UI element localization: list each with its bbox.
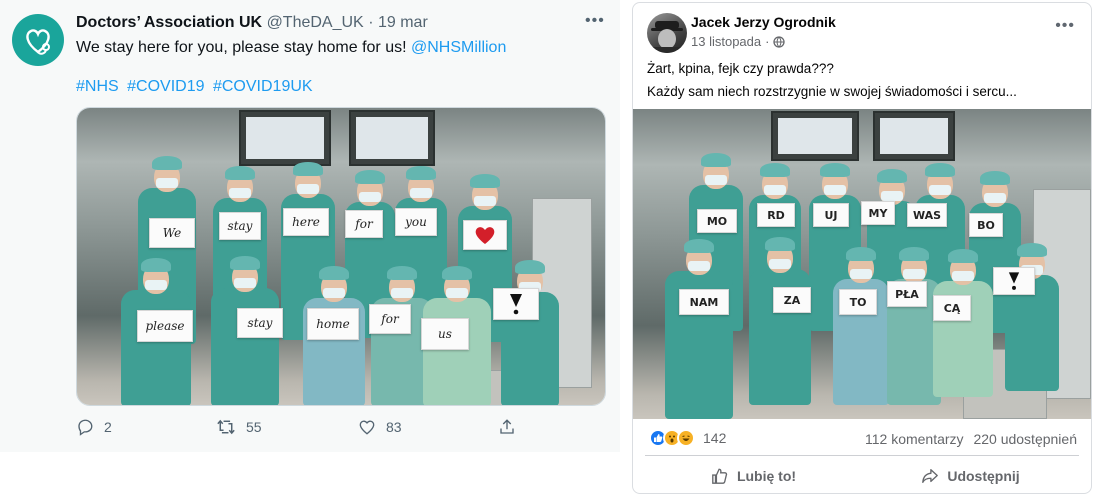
hashtag-link[interactable]: #COVID19	[127, 78, 204, 95]
hat-portrait-icon	[651, 21, 683, 53]
share-upload-icon	[500, 419, 514, 434]
monitor-screen	[873, 111, 955, 161]
printed-sign: TO	[839, 289, 877, 315]
printed-sign: RD	[757, 203, 795, 227]
share-label: Udostępnij	[947, 468, 1020, 484]
tweet-photo[interactable]: We stay here for you please stay home fo…	[76, 107, 606, 406]
reply-icon	[78, 419, 93, 436]
exclamation-icon	[1008, 272, 1020, 290]
staff-member	[1001, 241, 1063, 391]
handwritten-sign: us	[421, 318, 469, 350]
monitor-screen	[239, 110, 331, 166]
handwritten-sign: We	[149, 218, 195, 248]
handwritten-sign: for	[345, 210, 383, 238]
heart-outline-icon	[359, 420, 375, 435]
mention-link[interactable]: @NHSMillion	[411, 39, 506, 56]
post-actions: Lubię to! Udostępnij	[645, 461, 1079, 491]
reaction-summary[interactable]: 142	[649, 429, 726, 447]
thumbs-up-icon	[712, 468, 728, 484]
share-button[interactable]	[498, 418, 516, 436]
author-avatar[interactable]	[647, 13, 687, 53]
like-count: 83	[386, 419, 402, 435]
reply-count: 2	[104, 419, 112, 435]
staff-member	[745, 235, 815, 405]
share-button[interactable]: Udostępnij	[862, 461, 1079, 491]
retweet-count: 55	[246, 419, 262, 435]
printed-sign: PŁA	[887, 281, 927, 307]
printed-sign: MY	[861, 201, 895, 225]
author-handle[interactable]: @TheDA_UK	[267, 14, 364, 31]
separator: ·	[368, 14, 374, 31]
hashtag-list: #NHS #COVID19 #COVID19UK	[76, 78, 317, 96]
share-arrow-icon	[922, 469, 939, 483]
handwritten-sign: please	[137, 310, 193, 342]
author-name[interactable]: Jacek Jerzy Ogrodnik	[691, 14, 836, 30]
comments-count[interactable]: 112 komentarzy	[865, 431, 964, 447]
hashtag-link[interactable]: #NHS	[76, 78, 119, 95]
post-photo[interactable]: MO RD UJ MY WAS BO NAM ZA TO PŁA CĄ	[633, 109, 1091, 419]
like-button[interactable]: Lubię to!	[645, 461, 862, 491]
retweet-icon	[217, 419, 235, 435]
facebook-post: Jacek Jerzy Ogrodnik 13 listopada · ••• …	[632, 2, 1092, 494]
post-text-line: Żart, kpina, fejk czy prawda???	[647, 61, 834, 76]
printed-sign: ZA	[773, 287, 811, 313]
hashtag-link[interactable]: #COVID19UK	[213, 78, 313, 95]
handwritten-sign: you	[395, 208, 437, 236]
exclamation-sign	[993, 267, 1035, 295]
post-text-line: Każdy sam niech rozstrzygnie w swojej św…	[647, 84, 1017, 99]
handwritten-sign: here	[283, 208, 329, 236]
heart-sign	[463, 220, 507, 250]
divider	[645, 455, 1079, 456]
shares-count[interactable]: 220 udostępnień	[973, 431, 1077, 447]
tweet-text: We stay here for you, please stay home f…	[76, 38, 506, 58]
reaction-count: 142	[703, 430, 727, 446]
printed-sign: NAM	[679, 289, 729, 315]
printed-sign: MO	[697, 209, 737, 233]
staff-member	[497, 258, 563, 405]
heart-icon	[475, 227, 495, 244]
more-options-icon[interactable]: •••	[585, 12, 605, 30]
monitor-screen	[771, 111, 859, 161]
printed-sign: WAS	[907, 203, 947, 227]
like-button[interactable]: 83	[358, 418, 402, 436]
tweet-card: Doctors’ Association UK @TheDA_UK · 19 m…	[0, 0, 620, 452]
like-label: Lubię to!	[736, 468, 797, 484]
handwritten-sign: stay	[237, 308, 283, 338]
handwritten-sign: for	[369, 304, 411, 334]
globe-icon	[773, 35, 786, 48]
monitor-screen	[349, 110, 435, 166]
tweet-body: We stay here for you, please stay home f…	[76, 39, 411, 56]
separator: ·	[765, 34, 770, 49]
retweet-button[interactable]: 55	[216, 418, 262, 436]
exclamation-sign	[493, 288, 539, 320]
haha-reaction-icon	[677, 429, 695, 447]
stethoscope-heart-icon	[26, 29, 50, 55]
post-stats: 112 komentarzy 220 udostępnień	[859, 431, 1077, 447]
staff-member	[929, 247, 997, 397]
handwritten-sign: home	[307, 308, 359, 340]
printed-sign: CĄ	[933, 295, 971, 321]
tweet-header: Doctors’ Association UK @TheDA_UK · 19 m…	[76, 14, 428, 32]
staff-member	[661, 237, 737, 419]
medical-staff-photo: MO RD UJ MY WAS BO NAM ZA TO PŁA CĄ	[633, 109, 1091, 419]
medical-staff-photo: We stay here for you please stay home fo…	[77, 108, 605, 405]
post-meta: 13 listopada ·	[691, 34, 786, 49]
tweet-date[interactable]: 19 mar	[378, 14, 428, 31]
post-date[interactable]: 13 listopada	[691, 34, 761, 49]
author-name[interactable]: Doctors’ Association UK	[76, 14, 262, 31]
printed-sign: UJ	[813, 203, 849, 227]
printed-sign: BO	[969, 213, 1003, 237]
handwritten-sign: stay	[219, 212, 261, 240]
doctors-association-avatar[interactable]	[12, 14, 64, 66]
reply-button[interactable]: 2	[76, 418, 112, 436]
tweet-actions: 2 55 83	[76, 418, 526, 438]
exclamation-icon	[510, 294, 522, 315]
more-options-icon[interactable]: •••	[1055, 17, 1075, 35]
